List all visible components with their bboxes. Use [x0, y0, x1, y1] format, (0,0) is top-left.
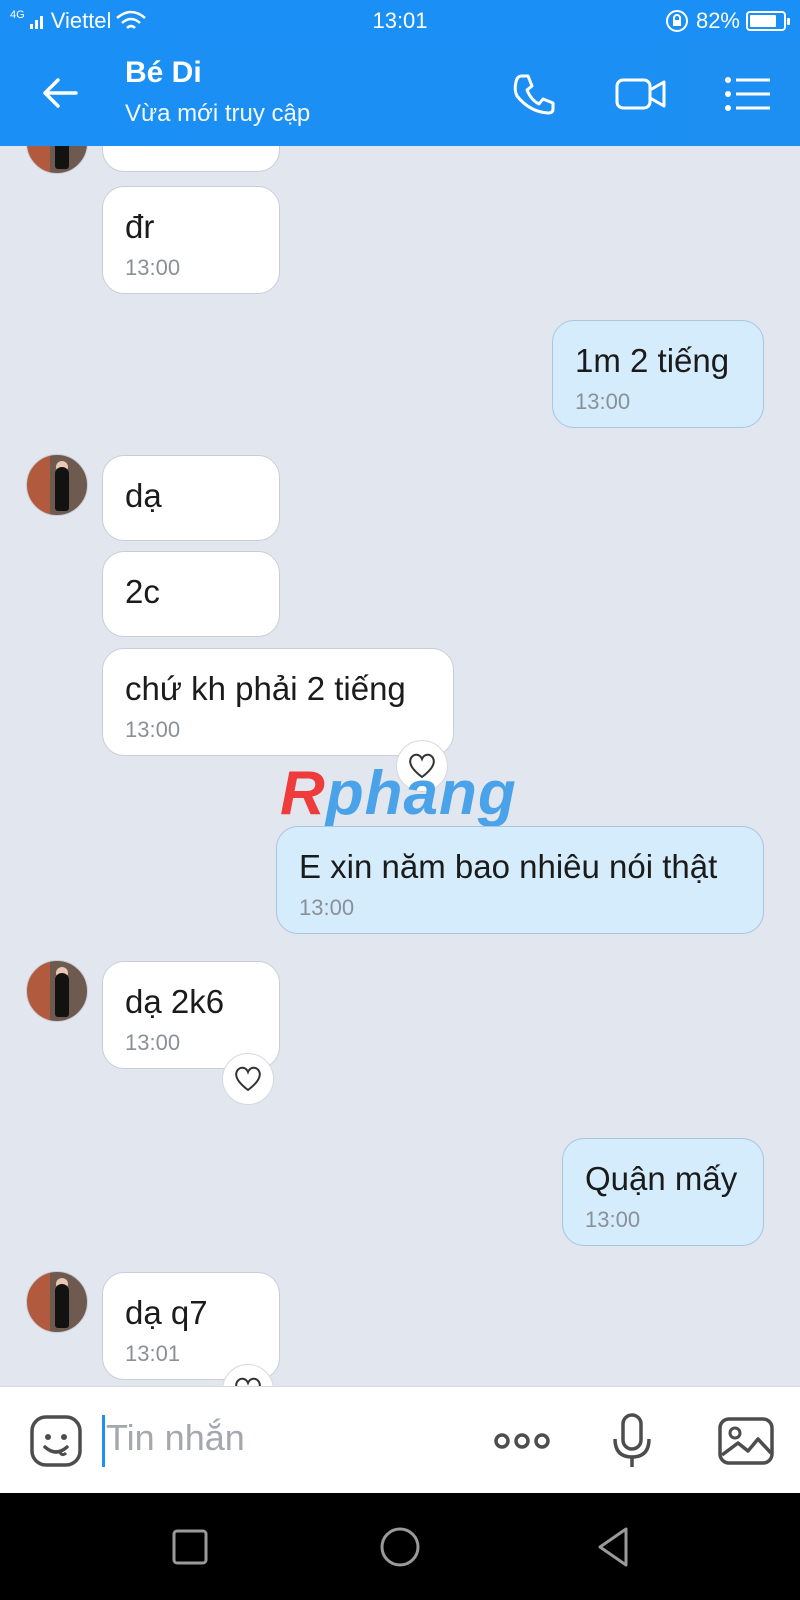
- system-navigation-bar: [0, 1493, 800, 1600]
- heart-icon: [235, 1066, 261, 1092]
- message-time: 13:00: [125, 255, 181, 280]
- list-menu-icon[interactable]: [722, 68, 774, 120]
- rotation-lock-icon: [665, 10, 688, 32]
- message-time: 13:00: [125, 1030, 181, 1055]
- chat-header: Bé Di Vừa mới truy cập: [0, 40, 800, 146]
- message-time: 13:00: [575, 389, 631, 414]
- recent-apps-icon[interactable]: [168, 1525, 212, 1569]
- battery-percent: 82%: [695, 8, 740, 33]
- avatar[interactable]: [26, 1271, 88, 1333]
- video-camera-icon[interactable]: [614, 68, 666, 120]
- message-text: dạ q7: [125, 1294, 208, 1331]
- message-text: 1m 2 tiếng: [575, 342, 730, 379]
- watermark-logo: Rphang: [280, 759, 517, 828]
- message-text: đr: [125, 208, 155, 245]
- message-bubble-partial[interactable]: [102, 146, 280, 172]
- message-bubble[interactable]: chứ kh phải 2 tiếng 13:00: [102, 648, 454, 756]
- emoji-icon[interactable]: [26, 1411, 86, 1471]
- react-button[interactable]: [222, 1053, 274, 1105]
- battery-fill: [750, 15, 776, 27]
- message-text: dạ: [125, 477, 162, 514]
- my-message-bubble[interactable]: E xin năm bao nhiêu nói thật 13:00: [276, 826, 764, 934]
- message-time: 13:00: [299, 895, 355, 920]
- contact-name[interactable]: Bé Di: [125, 56, 202, 90]
- message-input[interactable]: Tin nhắn: [106, 1417, 245, 1459]
- message-text: E xin năm bao nhiêu nói thật: [299, 848, 718, 885]
- phone-icon[interactable]: [508, 68, 560, 120]
- my-message-bubble[interactable]: Quận mấy 13:00: [562, 1138, 764, 1246]
- my-message-bubble[interactable]: 1m 2 tiếng 13:00: [552, 320, 764, 428]
- message-bubble[interactable]: dạ: [102, 455, 280, 541]
- text-caret: [102, 1415, 105, 1467]
- avatar[interactable]: [26, 146, 88, 174]
- microphone-icon[interactable]: [602, 1411, 662, 1471]
- message-time: 13:00: [585, 1207, 641, 1232]
- heart-icon: [235, 1377, 261, 1386]
- avatar[interactable]: [26, 454, 88, 516]
- message-time: 13:01: [125, 1341, 181, 1366]
- message-text: chứ kh phải 2 tiếng: [125, 670, 406, 707]
- message-list[interactable]: đr 13:00 1m 2 tiếng 13:00 dạ 2c chứ kh p…: [0, 146, 800, 1386]
- message-text: 2c: [125, 573, 160, 610]
- message-text: dạ 2k6: [125, 983, 225, 1020]
- message-text: Quận mấy: [585, 1160, 738, 1197]
- message-time: 13:00: [125, 717, 181, 742]
- image-icon[interactable]: [716, 1411, 776, 1471]
- status-bar: 4G Viettel 13:01 82%: [0, 0, 800, 40]
- arrow-left-icon[interactable]: [38, 70, 84, 116]
- avatar[interactable]: [26, 960, 88, 1022]
- home-icon[interactable]: [378, 1525, 422, 1569]
- message-bubble[interactable]: đr 13:00: [102, 186, 280, 294]
- battery-icon: [746, 11, 790, 31]
- back-nav-icon[interactable]: [592, 1525, 636, 1569]
- more-dots-icon[interactable]: [492, 1411, 552, 1471]
- message-composer: Tin nhắn: [0, 1386, 800, 1493]
- contact-status: Vừa mới truy cập: [125, 100, 311, 127]
- message-bubble[interactable]: 2c: [102, 551, 280, 637]
